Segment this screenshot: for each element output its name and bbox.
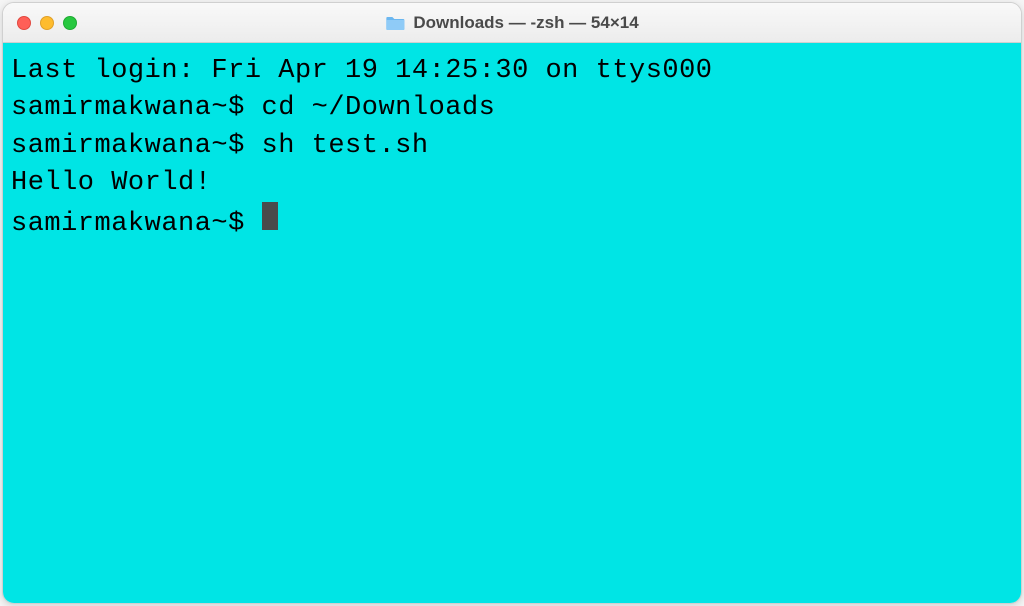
output-line: Hello World! [11, 165, 1013, 202]
command-text: sh test.sh [262, 128, 429, 165]
prompt-prefix: samirmakwana~$ [11, 90, 262, 127]
terminal-window: Downloads — -zsh — 54×14 Last login: Fri… [2, 2, 1022, 604]
window-title-container: Downloads — -zsh — 54×14 [385, 13, 638, 33]
prompt-prefix: samirmakwana~$ [11, 206, 262, 243]
command-text: cd ~/Downloads [262, 90, 496, 127]
cursor-icon [262, 202, 278, 230]
command-line-1: samirmakwana~$ cd ~/Downloads [11, 90, 1013, 127]
titlebar: Downloads — -zsh — 54×14 [3, 3, 1021, 43]
terminal-body[interactable]: Last login: Fri Apr 19 14:25:30 on ttys0… [3, 43, 1021, 603]
command-line-2: samirmakwana~$ sh test.sh [11, 128, 1013, 165]
last-login-line: Last login: Fri Apr 19 14:25:30 on ttys0… [11, 53, 1013, 90]
close-icon[interactable] [17, 16, 31, 30]
minimize-icon[interactable] [40, 16, 54, 30]
window-title: Downloads — -zsh — 54×14 [413, 13, 638, 33]
prompt-prefix: samirmakwana~$ [11, 128, 262, 165]
folder-icon [385, 15, 405, 31]
maximize-icon[interactable] [63, 16, 77, 30]
current-prompt-line: samirmakwana~$ [11, 202, 1013, 243]
traffic-lights [17, 16, 77, 30]
